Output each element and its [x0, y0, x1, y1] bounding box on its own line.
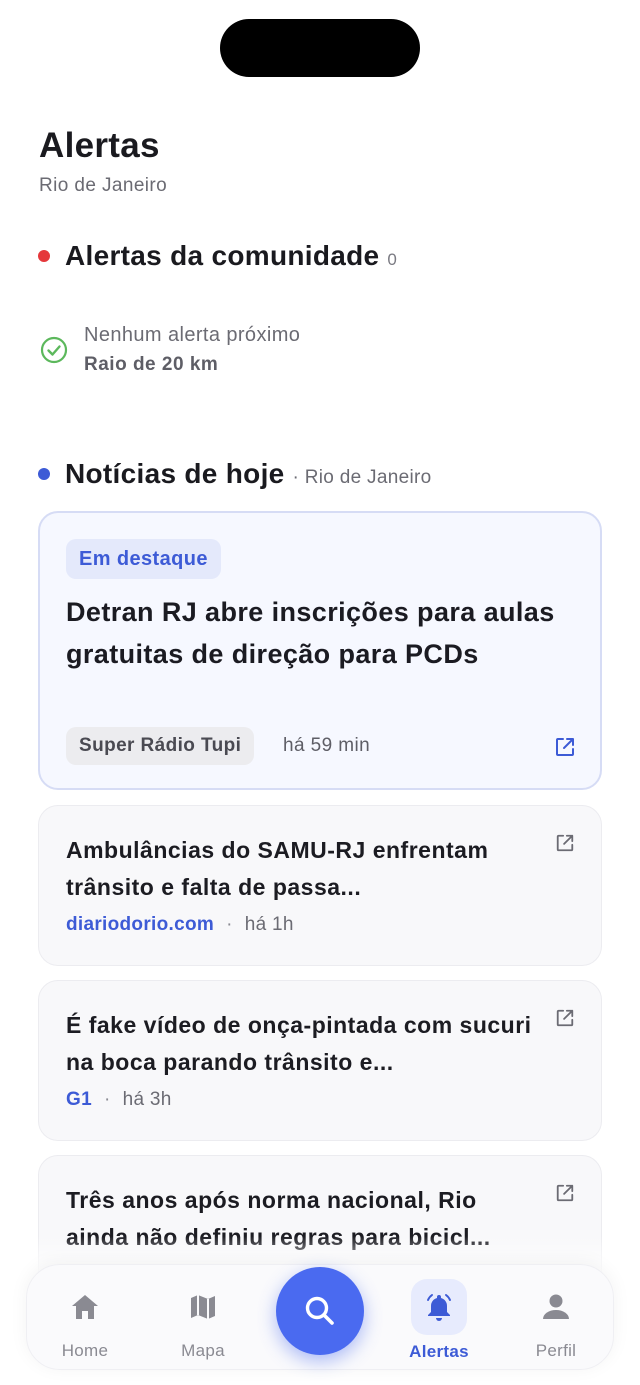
news-card-time: há 3h — [122, 1089, 172, 1110]
external-link-icon[interactable] — [554, 736, 576, 758]
page-title: Alertas — [39, 126, 160, 165]
community-alerts-count: 0 — [387, 250, 397, 269]
community-alerts-title: Alertas da comunidade — [65, 240, 380, 271]
tab-label: Perfil — [535, 1341, 577, 1360]
search-button[interactable] — [276, 1267, 364, 1355]
news-header: Notícias de hoje · Rio de Janeiro — [38, 458, 431, 490]
community-empty-state: Nenhum alerta próximo Raio de 20 km — [40, 320, 300, 380]
meta-separator: · — [226, 914, 233, 935]
external-link-icon[interactable] — [555, 1008, 575, 1028]
news-card[interactable]: É fake vídeo de onça-pintada com sucuri … — [38, 980, 602, 1141]
news-card-time: há 1h — [244, 914, 294, 935]
tab-alerts[interactable]: Alertas — [389, 1265, 489, 1371]
news-location: · Rio de Janeiro — [292, 467, 432, 488]
news-card-meta: G1 · há 3h — [66, 1089, 172, 1111]
active-tab-highlight — [411, 1279, 467, 1335]
external-link-icon[interactable] — [555, 1183, 575, 1203]
community-alerts-header: Alertas da comunidade 0 — [38, 240, 397, 272]
bell-icon — [427, 1294, 451, 1321]
news-title: Notícias de hoje — [65, 458, 285, 489]
page-location: Rio de Janeiro — [39, 175, 168, 196]
tab-home[interactable]: Home — [35, 1265, 135, 1371]
tab-label: Home — [61, 1341, 109, 1360]
tab-label: Alertas — [409, 1342, 469, 1361]
meta-separator: · — [103, 1089, 111, 1110]
featured-badge: Em destaque — [66, 539, 221, 579]
map-icon — [191, 1295, 215, 1319]
tab-map[interactable]: Mapa — [153, 1265, 253, 1371]
featured-news-time: há 59 min — [283, 735, 371, 756]
external-link-icon[interactable] — [555, 833, 575, 853]
news-card-title: É fake vídeo de onça-pintada com sucuri … — [66, 1012, 532, 1075]
search-icon — [305, 1296, 334, 1325]
dynamic-island — [220, 19, 420, 77]
tab-profile[interactable]: Perfil — [506, 1265, 606, 1371]
person-icon — [543, 1294, 569, 1319]
check-circle-icon — [40, 336, 68, 364]
news-card[interactable]: Ambulâncias do SAMU-RJ enfrentam trânsit… — [38, 805, 602, 966]
news-card-source[interactable]: diariodorio.com — [66, 914, 214, 936]
tab-label: Mapa — [181, 1341, 225, 1360]
featured-news-card[interactable]: Em destaque Detran RJ abre inscrições pa… — [38, 511, 602, 790]
home-icon — [72, 1295, 98, 1319]
news-status-dot — [38, 468, 50, 480]
featured-news-source: Super Rádio Tupi — [66, 727, 255, 765]
news-card-source[interactable]: G1 — [66, 1089, 92, 1111]
empty-state-title: Nenhum alerta próximo — [84, 324, 301, 346]
news-card-title: Ambulâncias do SAMU-RJ enfrentam trânsit… — [66, 837, 489, 900]
featured-news-title: Detran RJ abre inscrições para aulas gra… — [66, 597, 555, 669]
news-card-meta: diariodorio.com · há 1h — [66, 914, 294, 936]
empty-state-radius: Raio de 20 km — [84, 354, 219, 375]
community-status-dot — [38, 250, 50, 262]
